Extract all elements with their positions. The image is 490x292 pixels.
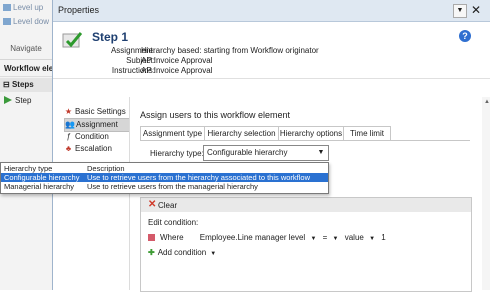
field-dropdown-icon[interactable]: ▼ [310,236,316,242]
tab-divider [140,140,470,141]
dropdown-option-managerial[interactable]: Managerial hierarchy Use to retrieve use… [1,182,328,191]
tab-hierarchy-options[interactable]: Hierarchy options [278,126,344,141]
tab-assignment-type[interactable]: Assignment type [140,126,205,141]
step-list-item[interactable]: Step [4,96,31,106]
delete-row-icon[interactable] [148,234,155,241]
condition-row: Where Employee.Line manager level ▼ = ▼ … [148,233,386,242]
workflow-elements-header: Workflow ele [0,60,52,77]
step-title: Step 1 [92,30,129,44]
scroll-up-icon[interactable]: ▲ [482,99,490,109]
steps-group[interactable]: ⊟ Steps [0,78,52,92]
hierarchy-type-dropdown-list: Hierarchy type Description Configurable … [0,162,329,194]
dropdown-option-configurable[interactable]: Configurable hierarchy Use to retrieve u… [1,173,328,182]
condition-toolbar: ✕ Clear [141,198,471,212]
condition-value[interactable]: 1 [381,233,385,242]
step-header: Step 1 Assignment: Hierarchy based: star… [53,22,490,79]
nav-basic-settings[interactable]: ★ Basic Settings [64,106,128,118]
users-icon: 👥 [65,120,75,129]
add-condition-button[interactable]: ✚ Add condition ▼ [148,248,216,257]
level-down-icon [3,18,11,25]
collapse-icon: ⊟ [3,80,12,89]
clear-button[interactable]: Clear [158,201,177,210]
condition-field[interactable]: Employee.Line manager level [200,233,305,242]
nav-escalation[interactable]: ♣ Escalation [64,143,128,155]
hierarchy-type-value: Configurable hierarchy [207,148,288,157]
step-icon [62,32,82,48]
dialog-title: Properties [58,5,100,15]
where-label: Where [160,233,184,242]
vertical-scrollbar[interactable]: ▲ [482,97,490,290]
condition-value-type[interactable]: value [345,233,364,242]
chevron-down-icon[interactable]: ▼ [315,146,327,160]
step-icon [4,96,12,104]
hierarchy-type-select[interactable]: Configurable hierarchy ▼ [203,145,329,161]
add-icon: ✚ [148,248,155,257]
tab-time-limit[interactable]: Time limit [343,126,391,141]
close-icon[interactable]: ✕ [469,3,483,17]
level-up-button[interactable]: Level up [3,3,43,12]
escalation-icon: ♣ [65,144,72,153]
navigate-group-label: Navigate [0,38,52,60]
value-type-dropdown-icon[interactable]: ▼ [369,236,375,242]
panel-title: Assign users to this workflow element [140,110,291,120]
operator-dropdown-icon[interactable]: ▼ [333,236,339,242]
tab-hierarchy-selection[interactable]: Hierarchy selection [204,126,279,141]
hierarchy-type-label: Hierarchy type: [150,149,204,158]
instructions-value: AP Invoice Approval [141,66,213,75]
properties-dialog: Properties ▼ ✕ Step 1 Assignment: Hierar… [52,0,490,292]
level-up-icon [3,4,11,11]
function-icon: ƒ [66,132,71,141]
star-icon: ★ [64,107,73,116]
dropdown-header: Hierarchy type Description [4,164,125,173]
condition-editor: ✕ Clear Edit condition: Where Employee.L… [140,197,472,292]
help-icon[interactable]: ? [459,30,471,42]
nav-assignment[interactable]: 👥Assignment [64,118,130,132]
window-menu-button[interactable]: ▼ [453,4,467,18]
dialog-titlebar: Properties ▼ ✕ [53,0,490,22]
condition-operator[interactable]: = [323,233,328,242]
chevron-down-icon: ▼ [210,251,217,257]
background-left-pane: Level up Level dow Navigate Workflow ele… [0,0,52,290]
clear-icon[interactable]: ✕ [148,199,156,210]
level-down-button[interactable]: Level dow [3,17,49,26]
edit-condition-label: Edit condition: [148,218,199,227]
nav-condition[interactable]: ƒ Condition [64,131,128,143]
